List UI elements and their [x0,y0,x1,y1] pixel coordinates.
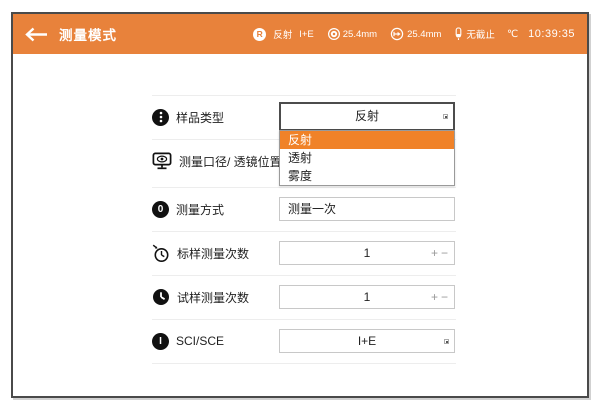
measure-method-field[interactable]: 测量一次 [279,197,455,221]
row-standard-count: 标样测量次数 [152,231,282,275]
status-lens-value: 25.4mm [407,29,441,40]
status-lens: 25.4mm [390,27,441,41]
dropdown-option-transmittance[interactable]: 透射 [280,149,454,167]
status-uv-label: 无截止 [466,27,495,41]
sci-sce-value: I+E [358,334,376,348]
sample-type-select[interactable]: 反射 [279,102,455,131]
lens-arrow-circle-icon [390,27,404,41]
reflectance-badge-icon: R [253,28,266,41]
plus-button[interactable]: + [431,242,438,264]
status-uv: 无截止 [454,27,495,41]
sample-type-value: 反射 [355,109,379,123]
dropdown-indicator-icon [443,114,448,119]
measure-method-label: 测量方式 [176,201,224,218]
sample-count-label: 试样测量次数 [177,289,249,306]
plus-button[interactable]: + [431,286,438,308]
dropdown-option-haze[interactable]: 雾度 [280,167,454,185]
status-clock: 10:39:35 [528,28,575,40]
zero-badge-icon: 0 [152,201,169,218]
dropdown-indicator-icon [444,339,449,344]
divider [152,363,456,364]
sci-sce-select[interactable]: I+E [279,329,455,353]
status-mode-label: 反射 [273,27,292,41]
sample-type-label: 样品类型 [176,109,224,126]
back-arrow-icon [25,27,48,42]
back-button[interactable] [25,27,48,42]
sample-count-value: 1 [364,290,371,304]
timer-icon [152,244,170,263]
status-aperture: 25.4mm [327,27,377,41]
sample-count-stepper: + − [431,286,448,308]
status-temp-unit: ℃ [507,29,518,40]
status-bar: R 反射 I+E 25.4mm 25.4mm [253,27,575,41]
minus-button[interactable]: − [441,242,448,264]
device-frame: 测量模式 R 反射 I+E 25.4mm [11,12,589,398]
page-title: 测量模式 [59,24,117,44]
status-mode: R 反射 I+E [253,27,314,41]
standard-count-label: 标样测量次数 [177,245,249,262]
sci-sce-label: SCI/SCE [176,334,224,348]
row-sci-sce: I SCI/SCE [152,319,282,363]
dropdown-option-reflectance[interactable]: 反射 [280,131,454,149]
measure-method-value: 测量一次 [288,202,336,216]
standard-count-field[interactable]: 1 + − [279,241,455,265]
sample-type-dropdown: 反射 透射 雾度 [279,130,455,186]
uv-lamp-icon [454,27,463,41]
status-sci-sce: I+E [299,29,314,40]
sample-count-field[interactable]: 1 + − [279,285,455,309]
row-measure-method: 0 测量方式 [152,187,282,231]
clock-icon [152,288,170,306]
minus-button[interactable]: − [441,286,448,308]
i-badge-icon: I [152,333,169,350]
kebab-menu-icon [152,109,169,126]
aperture-eye-icon [152,152,172,170]
aperture-circle-icon [327,27,341,41]
header-bar: 测量模式 R 反射 I+E 25.4mm [13,14,587,54]
aperture-lens-label: 测量口径/ 透镜位置 [179,153,282,170]
standard-count-stepper: + − [431,242,448,264]
status-aperture-value: 25.4mm [343,29,377,40]
standard-count-value: 1 [364,246,371,260]
row-aperture-lens: 测量口径/ 透镜位置 [152,139,282,183]
row-sample-type: 样品类型 [152,95,282,139]
row-sample-count: 试样测量次数 [152,275,282,319]
